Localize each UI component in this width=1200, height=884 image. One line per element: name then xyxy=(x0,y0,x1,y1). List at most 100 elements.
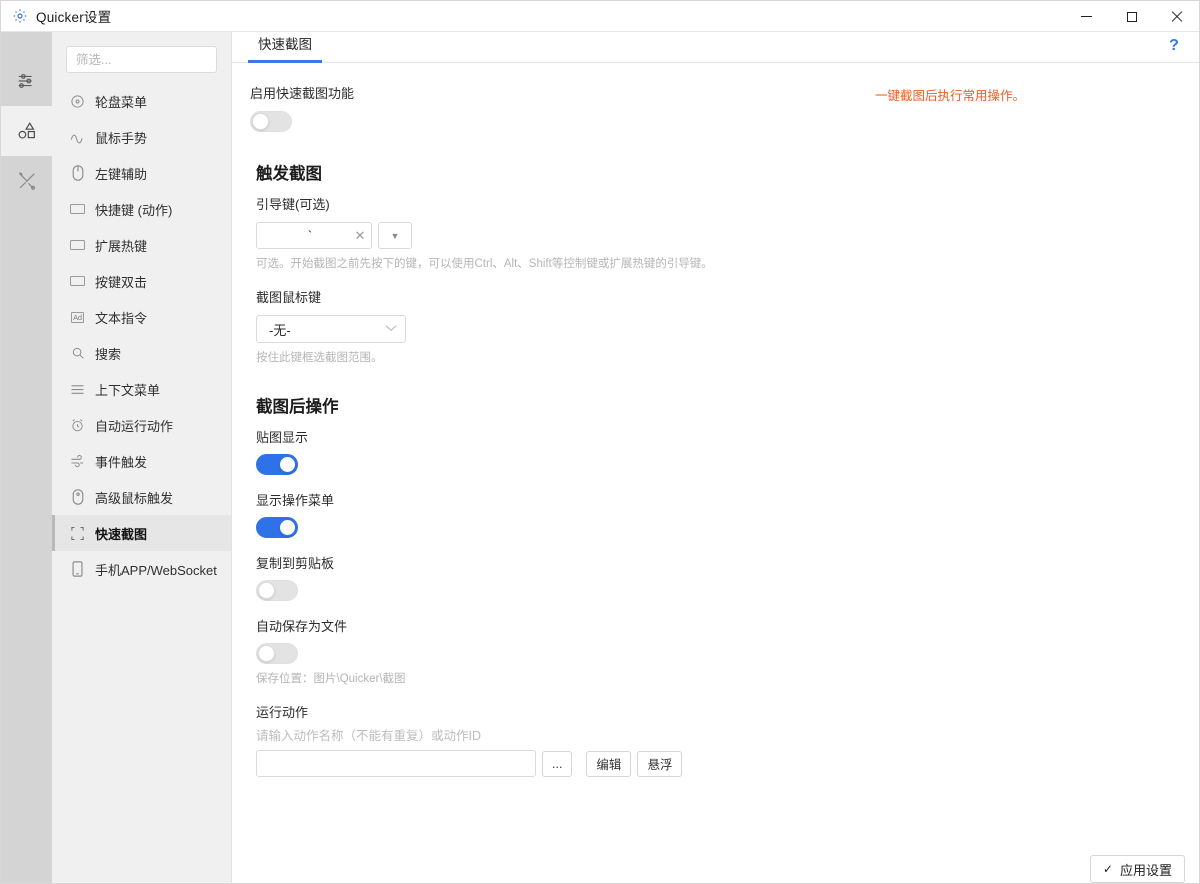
target-icon xyxy=(69,93,86,110)
sidebar-item-key-double-click[interactable]: 按键双击 xyxy=(52,263,231,299)
check-icon: ✓ xyxy=(1102,862,1113,876)
toggle-copy-to-clipboard: 复制到剪贴板 xyxy=(256,553,1175,601)
mouse-icon xyxy=(69,165,86,182)
app-title: Quicker设置 xyxy=(36,10,112,25)
mouse-key-field: 截图鼠标键 -无- 按住此键框选截图范围。 xyxy=(256,287,1175,365)
keyboard-icon xyxy=(69,237,86,254)
guide-key-value: ` xyxy=(307,228,313,243)
toggle-label: 显示操作菜单 xyxy=(256,493,335,508)
sidebar-item-label: 鼠标手势 xyxy=(95,130,148,146)
filter-input[interactable] xyxy=(66,46,217,73)
sliders-icon xyxy=(16,70,38,92)
gear-icon xyxy=(12,8,28,24)
paste-display-toggle[interactable] xyxy=(256,454,298,475)
settings-content: 启用快速截图功能 一键截图后执行常用操作。 触发截图 引导键(可选) ` ✕ ▼… xyxy=(232,63,1199,883)
sidebar-item-label: 搜索 xyxy=(95,346,122,362)
rail-item-shapes[interactable] xyxy=(1,106,52,156)
run-action-row: ... 编辑 悬浮 xyxy=(256,750,1175,777)
maximize-icon xyxy=(1126,11,1137,22)
settings-nav: 轮盘菜单 鼠标手势 左键辅助 快捷键 (动作) xyxy=(52,32,232,883)
tab-bar: 快速截图 ? xyxy=(232,32,1199,63)
float-button[interactable]: 悬浮 xyxy=(637,750,683,777)
help-icon[interactable]: ? xyxy=(1163,35,1185,57)
toggle-auto-save-file: 自动保存为文件 保存位置：图片\Quicker\截图 xyxy=(256,616,1175,686)
sidebar-item-label: 快速截图 xyxy=(95,526,148,542)
sidebar-item-auto-run-action[interactable]: 自动运行动作 xyxy=(52,407,231,443)
tools-icon xyxy=(16,170,38,192)
nav-list: 轮盘菜单 鼠标手势 左键辅助 快捷键 (动作) 扩展热键 按键双击 Ad 文本指… xyxy=(52,83,231,587)
sidebar-item-label: 左键辅助 xyxy=(95,166,148,182)
close-button[interactable] xyxy=(1154,1,1199,32)
toggle-show-action-menu: 显示操作菜单 xyxy=(256,490,1175,538)
apply-settings-button[interactable]: ✓ 应用设置 xyxy=(1089,855,1185,883)
event-icon xyxy=(69,453,86,470)
toggle-knob xyxy=(279,456,296,473)
enable-feature-toggle[interactable] xyxy=(250,111,292,132)
advanced-mouse-icon xyxy=(69,489,86,506)
auto-save-file-toggle[interactable] xyxy=(256,643,298,664)
tab-quick-screenshot[interactable]: 快速截图 xyxy=(248,33,322,63)
clear-icon[interactable]: ✕ xyxy=(349,229,371,242)
guide-key-row: ` ✕ ▼ xyxy=(256,222,1175,249)
sidebar-item-label: 按键双击 xyxy=(95,274,148,290)
sidebar-item-label: 快捷键 (动作) xyxy=(95,202,173,218)
title-bar: Quicker设置 xyxy=(1,1,1199,32)
mouse-key-value: -无- xyxy=(269,322,291,338)
toggle-label: 贴图显示 xyxy=(256,430,309,445)
mouse-key-select[interactable]: -无- xyxy=(256,315,406,343)
sidebar-item-search[interactable]: 搜索 xyxy=(52,335,231,371)
minimize-button[interactable] xyxy=(1064,1,1109,32)
edit-button[interactable]: 编辑 xyxy=(586,750,632,777)
copy-to-clipboard-toggle[interactable] xyxy=(256,580,298,601)
run-action-label: 运行动作 xyxy=(256,705,309,720)
chevron-down-icon: ▼ xyxy=(390,230,400,241)
toggle-label: 自动保存为文件 xyxy=(256,619,348,634)
close-icon xyxy=(1171,11,1183,23)
window-controls xyxy=(1064,1,1199,32)
sidebar-item-advanced-mouse-trigger[interactable]: 高级鼠标触发 xyxy=(52,479,231,515)
enable-feature-label: 启用快速截图功能 xyxy=(250,86,355,101)
main-panel: 快速截图 ? 启用快速截图功能 一键截图后执行常用操作。 触发截图 引导键(可选… xyxy=(232,32,1199,883)
sidebar-item-text-command[interactable]: Ad 文本指令 xyxy=(52,299,231,335)
phone-icon xyxy=(69,561,86,578)
toggle-knob xyxy=(279,519,296,536)
title-bar-left: Quicker设置 xyxy=(1,6,111,26)
sidebar-item-quick-screenshot[interactable]: 快速截图 xyxy=(52,515,231,551)
chevron-down-icon xyxy=(385,324,397,335)
mouse-key-label: 截图鼠标键 xyxy=(256,290,322,305)
sidebar-item-extended-hotkey[interactable]: 扩展热键 xyxy=(52,227,231,263)
sidebar-item-phone-app-websocket[interactable]: 手机APP/WebSocket xyxy=(52,551,231,587)
sidebar-item-label: 轮盘菜单 xyxy=(95,94,148,110)
guide-key-label: 引导键(可选) xyxy=(256,197,330,212)
toggle-knob xyxy=(258,582,275,599)
ad-icon: Ad xyxy=(71,311,84,323)
sidebar-item-label: 事件触发 xyxy=(95,454,148,470)
enable-feature-block: 启用快速截图功能 xyxy=(250,83,354,132)
sidebar-item-wheel-menu[interactable]: 轮盘菜单 xyxy=(52,83,231,119)
maximize-button[interactable] xyxy=(1109,1,1154,32)
sidebar-item-hotkey-action[interactable]: 快捷键 (动作) xyxy=(52,191,231,227)
save-location-hint: 保存位置：图片\Quicker\截图 xyxy=(256,673,406,685)
sidebar-item-left-click-assist[interactable]: 左键辅助 xyxy=(52,155,231,191)
sidebar-item-context-menu[interactable]: 上下文菜单 xyxy=(52,371,231,407)
rail-item-sliders[interactable] xyxy=(1,56,52,106)
shapes-icon xyxy=(16,120,38,142)
sidebar-item-label: 手机APP/WebSocket xyxy=(95,562,217,578)
guide-key-dropdown-button[interactable]: ▼ xyxy=(378,222,412,249)
quicker-settings-window: Quicker设置 筛选... 轮盘菜单 鼠标手势 左键辅助 快捷键 (动作) … xyxy=(0,0,1200,884)
apply-settings-label: 应用设置 xyxy=(1119,862,1172,878)
filter-wrapper xyxy=(52,46,231,83)
guide-key-input[interactable]: ` ✕ xyxy=(256,222,372,249)
run-action-input[interactable] xyxy=(256,750,536,777)
browse-button[interactable]: ... xyxy=(542,750,573,777)
show-action-menu-toggle[interactable] xyxy=(256,517,298,538)
sidebar-item-label: 上下文菜单 xyxy=(95,382,161,398)
guide-key-field: 引导键(可选) ` ✕ ▼ 可选。开始截图之前先按下的键，可以使用Ctrl、Al… xyxy=(256,194,1175,271)
sidebar-item-event-trigger[interactable]: 事件触发 xyxy=(52,443,231,479)
sidebar-item-mouse-gesture[interactable]: 鼠标手势 xyxy=(52,119,231,155)
sidebar-item-label: 自动运行动作 xyxy=(95,418,174,434)
sidebar-item-label: 文本指令 xyxy=(95,310,148,326)
minimize-icon xyxy=(1081,16,1092,17)
rail-item-tools[interactable] xyxy=(1,156,52,206)
keyboard-icon xyxy=(69,273,86,290)
